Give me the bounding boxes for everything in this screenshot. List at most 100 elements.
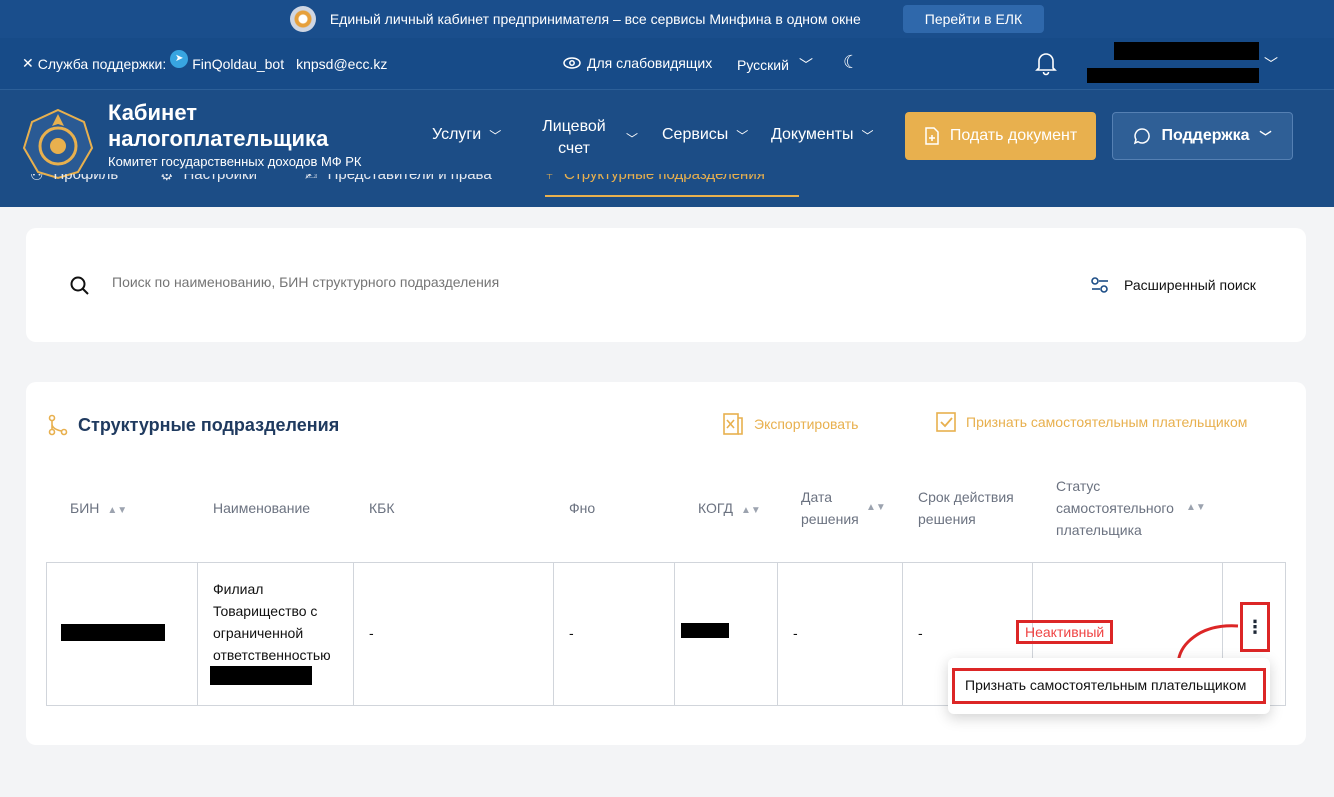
tab-structural-units[interactable]: ⑂ Структурные подразделения: [545, 174, 799, 197]
row-fno: -: [569, 625, 574, 641]
tab-profile-label: Профиль: [53, 174, 119, 183]
column-header-kbk: КБК: [369, 497, 395, 519]
tools-icon: ✕: [22, 55, 34, 71]
telegram-icon: ➤: [170, 49, 189, 68]
recognize-independent-label: Признать самостоятельным плательщиком: [966, 414, 1248, 430]
nav-tools-label: Сервисы: [662, 126, 729, 143]
chevron-down-icon: ﹀: [1259, 129, 1272, 144]
column-divider: [902, 563, 903, 705]
sort-icon: ▲▼: [107, 505, 128, 516]
search-icon: [70, 276, 89, 295]
redacted-name-suffix: [210, 666, 312, 685]
chevron-down-icon: ﹀: [626, 131, 639, 146]
column-kbk-label: КБК: [369, 500, 395, 516]
redacted-bin: [61, 624, 165, 641]
column-divider: [197, 563, 198, 705]
tab-structural-units-label: Структурные подразделения: [564, 174, 765, 183]
branch-icon: ⑂: [545, 174, 555, 183]
chevron-down-icon: ﹀: [736, 128, 749, 143]
nav-services[interactable]: Услуги ﹀: [432, 126, 501, 144]
checkbox-icon: [936, 412, 956, 432]
export-label: Экспортировать: [754, 416, 859, 432]
column-divider: [553, 563, 554, 705]
submit-document-button[interactable]: Подать документ: [905, 112, 1096, 160]
main-header: Кабинет налогоплательщика Комитет госуда…: [0, 90, 1334, 207]
redacted-kogd: [681, 623, 729, 638]
menu-item-recognize-independent[interactable]: Признать самостоятельным плательщиком: [952, 668, 1266, 704]
redacted-user-name[interactable]: [1114, 42, 1259, 60]
branch-icon: [48, 414, 68, 436]
filter-sliders-icon: [1091, 277, 1108, 293]
recognize-independent-button[interactable]: Признать самостоятельным плательщиком: [936, 412, 1247, 432]
column-divider: [353, 563, 354, 705]
sort-icon[interactable]: ▲▼: [1186, 502, 1206, 513]
telegram-bot-link[interactable]: FinQoldau_bot: [192, 56, 284, 72]
sort-icon: ▲▼: [741, 505, 761, 516]
search-input[interactable]: [112, 274, 1012, 290]
column-decision-date-label: Дата решения: [801, 489, 859, 527]
ministry-emblem-icon: [289, 6, 316, 32]
dark-mode-moon-icon[interactable]: ☾: [843, 52, 859, 73]
top-banner: Единый личный кабинет предпринимателя – …: [0, 0, 1334, 38]
column-name-label: Наименование: [213, 500, 311, 516]
nav-tools[interactable]: Сервисы ﹀: [662, 126, 748, 144]
nav-services-label: Услуги: [432, 126, 482, 143]
support-button-label: Поддержка: [1161, 127, 1250, 144]
go-to-elk-button[interactable]: Перейти в ЕЛК: [902, 5, 1045, 33]
gear-icon: ⚙: [160, 174, 174, 184]
column-header-fno: Фно: [569, 497, 595, 519]
column-bin-label: БИН: [70, 500, 100, 516]
column-header-kogd[interactable]: КОГД ▲▼: [698, 497, 761, 522]
row-actions-dropdown: Признать самостоятельным плательщиком: [948, 658, 1270, 714]
export-button[interactable]: Экспортировать: [722, 412, 858, 436]
tab-settings[interactable]: ⚙ Настройки: [160, 174, 257, 184]
column-header-decision-term: Срок действия решения: [918, 486, 1028, 530]
eye-icon: [563, 57, 581, 69]
nav-documents-label: Документы: [771, 126, 854, 143]
sort-icon[interactable]: ▲▼: [866, 502, 886, 513]
column-header-bin[interactable]: БИН ▲▼: [70, 497, 127, 522]
kgd-logo-icon: [22, 108, 94, 180]
structural-units-card: Структурные подразделения Экспортировать…: [26, 382, 1306, 745]
submit-document-label: Подать документ: [949, 127, 1078, 144]
row-kbk: -: [369, 625, 374, 641]
accessibility-toggle[interactable]: Для слабовидящих: [563, 55, 712, 71]
row-decision-term: -: [918, 625, 923, 641]
support-button[interactable]: Поддержка ﹀: [1112, 112, 1293, 160]
tab-profile[interactable]: ⚇ Профиль: [30, 174, 118, 184]
user-menu-chevron-icon[interactable]: ﹀: [1264, 54, 1278, 74]
site-title[interactable]: Кабинет налогоплательщика: [108, 100, 368, 152]
support-email-link[interactable]: knpsd@ecc.kz: [296, 56, 387, 72]
column-decision-term-label: Срок действия решения: [918, 489, 1014, 527]
row-decision-date: -: [793, 625, 798, 641]
search-card: Расширенный поиск: [26, 228, 1306, 342]
support-contacts: ✕ Служба поддержки: ➤ FinQoldau_bot knps…: [22, 49, 387, 72]
site-subtitle: Комитет государственных доходов МФ РК: [108, 154, 362, 169]
column-header-name: Наименование: [213, 497, 310, 519]
notification-bell-icon[interactable]: [1034, 50, 1058, 76]
language-selector[interactable]: Русский ﹀: [737, 55, 813, 75]
advanced-search-button[interactable]: Расширенный поиск: [1090, 276, 1256, 294]
document-plus-icon: [925, 127, 939, 145]
accessibility-label: Для слабовидящих: [587, 55, 713, 71]
nav-personal-account-label: Лицевой счет: [542, 118, 606, 157]
chevron-down-icon: ﹀: [861, 128, 874, 143]
tab-settings-label: Настройки: [183, 174, 258, 183]
column-divider: [777, 563, 778, 705]
redacted-user-id: [1087, 68, 1259, 83]
tab-representatives-label: Представители и права: [327, 174, 492, 183]
column-header-status[interactable]: Статус самостоятельного плательщика: [1056, 475, 1186, 541]
status-badge: Неактивный: [1016, 620, 1114, 644]
row-name: Филиал Товарищество с ограниченной ответ…: [213, 581, 331, 663]
column-divider: [674, 563, 675, 705]
nav-personal-account[interactable]: Лицевой счет ﹀: [540, 116, 638, 160]
kebab-menu-icon: ⋮: [1246, 616, 1264, 637]
tab-representatives[interactable]: ✍ Представители и права: [305, 174, 492, 184]
column-status-label: Статус самостоятельного плательщика: [1056, 478, 1174, 538]
advanced-search-label: Расширенный поиск: [1124, 277, 1256, 293]
profile-tabs: ⚇ Профиль ⚙ Настройки ✍ Представители и пра…: [0, 174, 1334, 207]
excel-file-icon: [723, 413, 743, 435]
column-kogd-label: КОГД: [698, 500, 734, 516]
row-actions-menu-button[interactable]: ⋮: [1240, 602, 1270, 652]
nav-documents[interactable]: Документы ﹀: [771, 126, 874, 144]
